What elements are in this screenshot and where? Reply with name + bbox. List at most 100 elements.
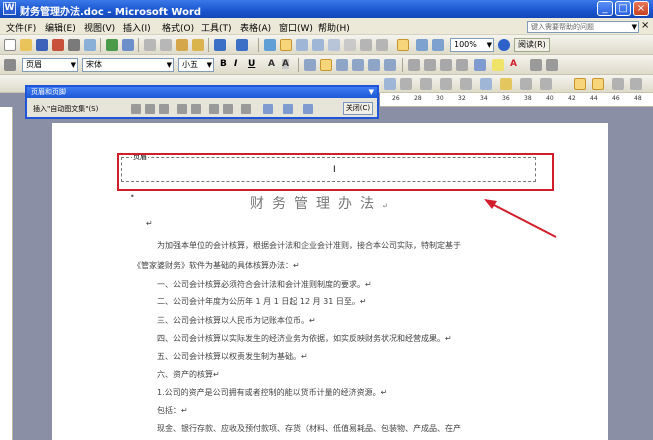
show-previous-icon[interactable] — [283, 104, 293, 114]
menu-format[interactable]: 格式(O) — [162, 21, 194, 34]
align-left-icon[interactable] — [304, 59, 316, 71]
enclose-characters-icon[interactable] — [546, 59, 558, 71]
menu-insert[interactable]: 插入(I) — [123, 21, 151, 34]
draw-table-icon[interactable] — [384, 78, 396, 90]
help-search-input[interactable]: 键入需要帮助的问题 ▼ — [527, 21, 639, 33]
pen-icon[interactable] — [432, 39, 444, 51]
border-color-icon[interactable] — [460, 78, 472, 90]
insert-table-icon[interactable] — [296, 39, 308, 51]
open-folder-icon[interactable] — [20, 39, 32, 51]
split-cells-icon[interactable] — [540, 78, 552, 90]
show-next-icon[interactable] — [303, 104, 313, 114]
page-setup-icon[interactable] — [209, 104, 219, 114]
align-right-icon[interactable] — [336, 59, 348, 71]
menu-window[interactable]: 窗口(W) — [279, 21, 313, 34]
autoformat-icon[interactable] — [592, 78, 604, 90]
outside-border-icon[interactable] — [480, 78, 492, 90]
highlight-icon[interactable] — [492, 59, 504, 71]
justify-icon[interactable] — [352, 59, 364, 71]
print-icon[interactable] — [68, 39, 80, 51]
line-weight-icon[interactable] — [440, 78, 452, 90]
show-document-text-icon[interactable] — [223, 104, 233, 114]
vertical-ruler[interactable] — [0, 107, 13, 440]
italic-button[interactable]: I — [234, 59, 237, 69]
show-hide-icon[interactable] — [376, 39, 388, 51]
maximize-button[interactable]: □ — [615, 1, 631, 16]
drawing-icon[interactable] — [344, 39, 356, 51]
chevron-down-icon[interactable]: ▼ — [71, 59, 76, 71]
eraser-icon[interactable] — [400, 78, 412, 90]
new-document-icon[interactable] — [4, 39, 16, 51]
menu-table[interactable]: 表格(A) — [240, 21, 271, 34]
merge-cells-icon[interactable] — [520, 78, 532, 90]
help-icon[interactable] — [498, 39, 510, 51]
font-size-select[interactable]: 小五 ▼ — [178, 58, 214, 72]
research-icon[interactable] — [122, 39, 134, 51]
insert-time-icon[interactable] — [191, 104, 201, 114]
document-close-icon[interactable]: × — [641, 20, 649, 31]
styles-pane-icon[interactable] — [4, 59, 16, 71]
menu-tools[interactable]: 工具(T) — [201, 21, 232, 34]
chevron-down-icon[interactable]: ▼ — [487, 39, 492, 51]
tables-borders-icon[interactable] — [280, 39, 292, 51]
numbering-icon[interactable] — [408, 59, 420, 71]
align-center-icon[interactable] — [320, 59, 332, 71]
style-select[interactable]: 页眉 ▼ — [22, 58, 78, 72]
sort-icon[interactable] — [612, 78, 624, 90]
permission-icon[interactable] — [52, 39, 64, 51]
copy-icon[interactable] — [160, 39, 172, 51]
cut-icon[interactable] — [144, 39, 156, 51]
spelling-icon[interactable] — [106, 39, 118, 51]
format-painter-icon[interactable] — [192, 39, 204, 51]
autosum-icon[interactable] — [630, 78, 642, 90]
menu-help[interactable]: 帮助(H) — [318, 21, 350, 34]
paste-icon[interactable] — [176, 39, 188, 51]
chevron-down-icon[interactable]: ▼ — [167, 59, 172, 71]
columns-icon[interactable] — [328, 39, 340, 51]
insert-date-icon[interactable] — [177, 104, 187, 114]
phonetic-guide-icon[interactable] — [530, 59, 542, 71]
same-as-previous-icon[interactable] — [241, 104, 251, 114]
close-header-footer-button[interactable]: 关闭(C) — [343, 102, 373, 115]
format-page-number-icon[interactable] — [159, 104, 169, 114]
save-icon[interactable] — [36, 39, 48, 51]
bold-button[interactable]: B — [220, 59, 227, 69]
font-select[interactable]: 宋体 ▼ — [82, 58, 174, 72]
chevron-down-icon[interactable]: ▼ — [369, 87, 374, 98]
show-formatting-icon[interactable] — [397, 39, 409, 51]
ink-icon[interactable] — [416, 39, 428, 51]
word-app-icon[interactable]: W — [3, 2, 16, 15]
close-button[interactable]: × — [633, 1, 649, 16]
read-button[interactable]: 阅读(R) — [514, 38, 550, 52]
font-color-button[interactable]: A — [510, 59, 517, 69]
horizontal-ruler[interactable]: 26 28 30 32 34 36 38 40 42 44 46 48 — [380, 93, 653, 107]
switch-header-footer-icon[interactable] — [263, 104, 273, 114]
print-preview-icon[interactable] — [84, 39, 96, 51]
insert-page-number-icon[interactable] — [131, 104, 141, 114]
autofit-icon[interactable] — [574, 78, 586, 90]
header-footer-toolbar-titlebar[interactable]: 页眉和页脚 ▼ — [27, 87, 377, 98]
undo-icon[interactable] — [214, 39, 226, 51]
menu-view[interactable]: 视图(V) — [84, 21, 115, 34]
insert-excel-icon[interactable] — [312, 39, 324, 51]
document-map-icon[interactable] — [360, 39, 372, 51]
chevron-down-icon[interactable]: ▼ — [207, 59, 212, 71]
insert-page-count-icon[interactable] — [145, 104, 155, 114]
char-shading-button[interactable]: A — [282, 59, 289, 69]
hyperlink-icon[interactable] — [264, 39, 276, 51]
border-icon[interactable] — [474, 59, 486, 71]
insert-autotext-button[interactable]: 插入"自动图文集"(S) — [33, 104, 98, 114]
bullets-icon[interactable] — [424, 59, 436, 71]
line-spacing-icon[interactable] — [384, 59, 396, 71]
char-border-button[interactable]: A — [268, 59, 275, 69]
minimize-button[interactable]: _ — [597, 1, 613, 16]
zoom-select[interactable]: 100% ▼ — [450, 38, 494, 52]
menu-edit[interactable]: 编辑(E) — [45, 21, 76, 34]
distributed-icon[interactable] — [368, 59, 380, 71]
redo-icon[interactable] — [236, 39, 248, 51]
menu-file[interactable]: 文件(F) — [6, 21, 36, 34]
increase-indent-icon[interactable] — [456, 59, 468, 71]
underline-button[interactable]: U — [248, 59, 255, 69]
shading-color-icon[interactable] — [500, 78, 512, 90]
decrease-indent-icon[interactable] — [440, 59, 452, 71]
